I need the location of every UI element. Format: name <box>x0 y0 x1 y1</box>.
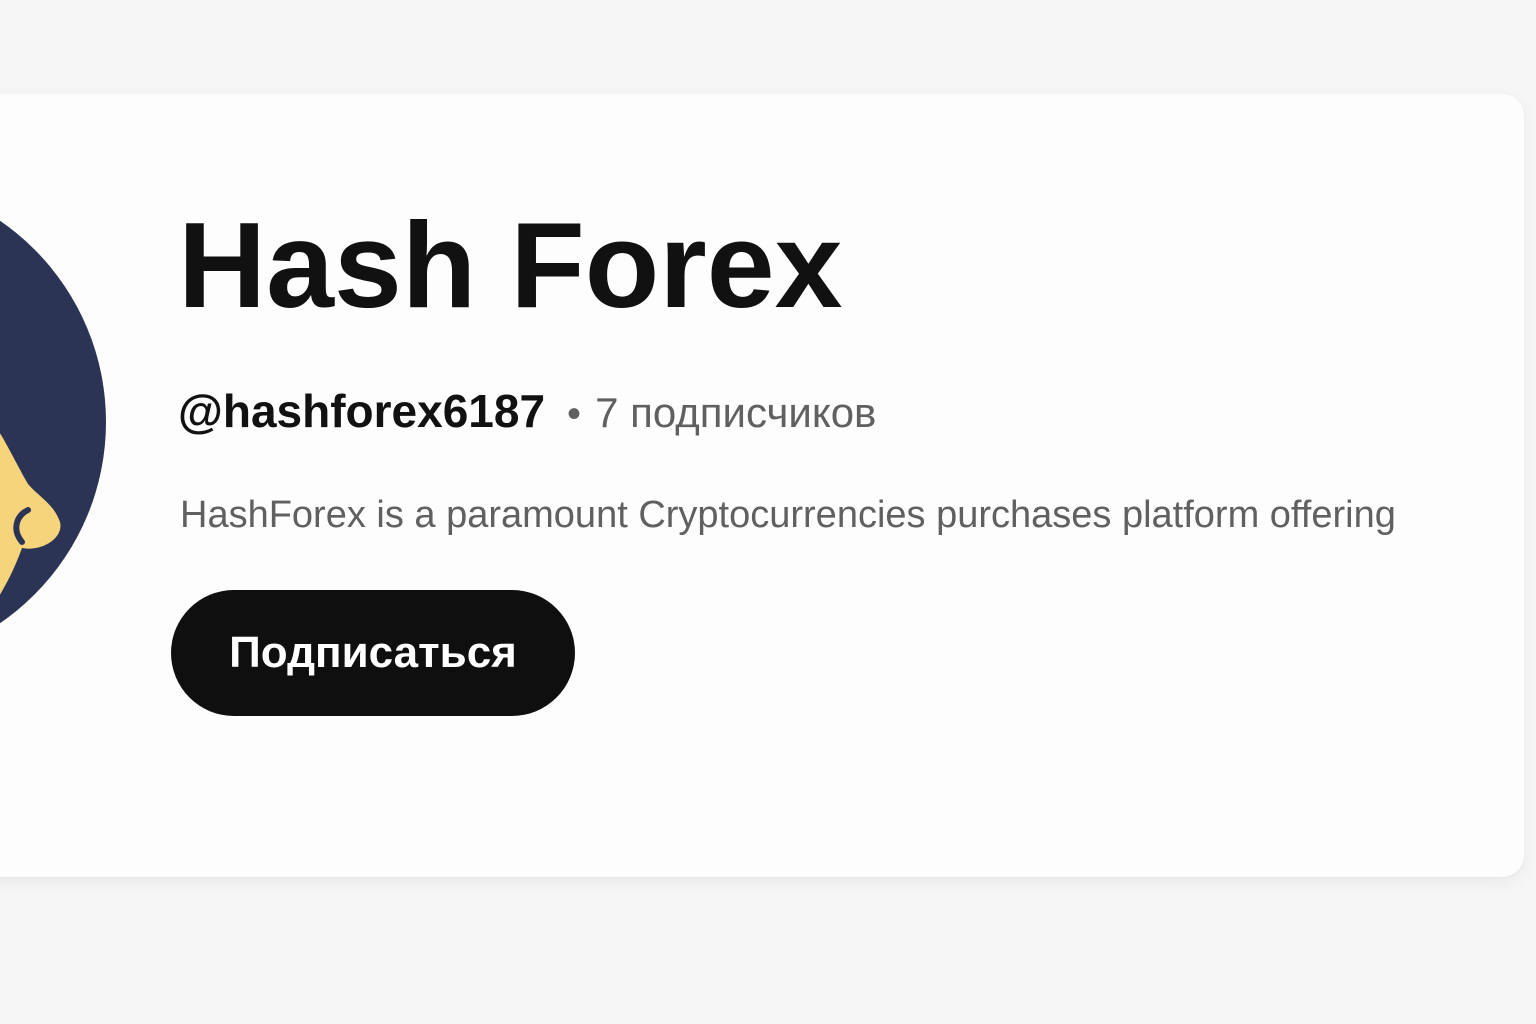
channel-handle[interactable]: @hashforex6187 <box>178 384 545 438</box>
channel-name: Hash Forex <box>178 197 843 333</box>
channel-description[interactable]: HashForex is a paramount Cryptocurrencie… <box>180 494 1520 537</box>
meta-separator: • <box>567 392 582 436</box>
channel-header-card: Hash Forex @hashforex6187 • 7 подписчико… <box>0 94 1524 877</box>
channel-meta: @hashforex6187 • 7 подписчиков <box>178 384 876 438</box>
channel-avatar[interactable] <box>0 178 106 666</box>
subscriber-count: 7 подписчиков <box>595 389 877 436</box>
channel-logo-icon <box>0 220 106 624</box>
subscribe-button[interactable]: Подписаться <box>171 590 575 716</box>
